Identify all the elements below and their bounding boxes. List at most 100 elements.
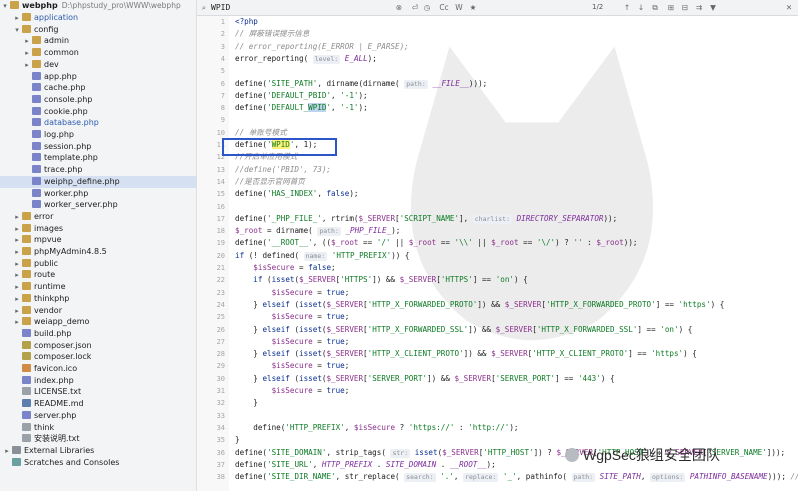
code-line[interactable]: if (! defined( name: 'HTTP_PREFIX')) { (235, 250, 409, 262)
tree-item-session-php[interactable]: session.php (0, 141, 196, 153)
code-line[interactable]: } elseif (isset($_SERVER['HTTP_X_CLIENT_… (235, 348, 697, 360)
tree-item-template-php[interactable]: template.php (0, 152, 196, 164)
code-line[interactable]: error_reporting( level: E_ALL); (235, 53, 377, 65)
code-editor[interactable]: ⌕ ⊗ ⏎ ◷ Cc W ★ 1/2 ↑ ↓ ⧉ ⊞ ⊟ ⇉ ▼ ✕ 12345… (197, 0, 798, 491)
code-line[interactable]: define('SITE_PATH', dirname(dirname( pat… (235, 78, 487, 90)
code-line[interactable]: } (235, 397, 258, 409)
code-line[interactable]: // 屏蔽错误提示信息 (235, 28, 309, 40)
code-line[interactable]: define('_PHP_FILE_', rtrim($_SERVER['SCR… (235, 213, 617, 225)
chevron-right-icon[interactable]: ▸ (12, 316, 22, 328)
add-selection-icon[interactable]: ⊞ (665, 2, 677, 13)
whole-words-button[interactable]: W (453, 2, 465, 13)
tree-item-external-libraries[interactable]: ▸ External Libraries (0, 445, 196, 457)
code-line[interactable]: } elseif (isset($_SERVER['HTTP_X_FORWARD… (235, 324, 692, 336)
tree-item-console-php[interactable]: console.php (0, 94, 196, 106)
chevron-right-icon[interactable]: ▸ (12, 246, 22, 258)
code-line[interactable]: if (isset($_SERVER['HTTPS']) && $_SERVER… (235, 274, 527, 286)
chevron-right-icon[interactable]: ▸ (22, 59, 32, 71)
tree-item-log-php[interactable]: log.php (0, 129, 196, 141)
code-line[interactable]: $isSecure = true; (235, 287, 350, 299)
tree-item-worker-server-php[interactable]: worker_server.php (0, 199, 196, 211)
tree-item-runtime[interactable]: ▸ runtime (0, 281, 196, 293)
tree-item-license-txt[interactable]: LICENSE.txt (0, 386, 196, 398)
new-line-icon[interactable]: ⏎ (409, 2, 421, 13)
tree-item-public[interactable]: ▸ public (0, 258, 196, 270)
code-line[interactable]: $isSecure = true; (235, 336, 350, 348)
chevron-down-icon[interactable]: ▾ (0, 0, 10, 12)
tree-item-config[interactable]: ▾ config (0, 24, 196, 36)
code-line[interactable]: //是否显示官网首页 (235, 176, 305, 188)
history-icon[interactable]: ◷ (421, 2, 433, 13)
tree-item-thinkphp[interactable]: ▸ thinkphp (0, 293, 196, 305)
tree-item--txt[interactable]: 安装说明.txt (0, 433, 196, 445)
code-line[interactable]: $isSecure = false; (235, 262, 335, 274)
find-input[interactable] (211, 2, 361, 12)
chevron-right-icon[interactable]: ▸ (12, 258, 22, 270)
chevron-right-icon[interactable]: ▸ (12, 223, 22, 235)
chevron-right-icon[interactable]: ▸ (22, 35, 32, 47)
tree-item-app-php[interactable]: app.php (0, 71, 196, 83)
close-icon[interactable]: ✕ (783, 2, 795, 13)
tree-item-weiapp-demo[interactable]: ▸ weiapp_demo (0, 316, 196, 328)
code-line[interactable]: $_root = dirname( path: _PHP_FILE_); (235, 225, 400, 237)
tree-item-vendor[interactable]: ▸ vendor (0, 305, 196, 317)
regex-button[interactable]: ★ (467, 2, 479, 13)
tree-item-weiphp-define-php[interactable]: weiphp_define.php (0, 175, 196, 188)
tree-item-mpvue[interactable]: ▸ mpvue (0, 234, 196, 246)
select-all-occurrences-icon[interactable]: ⧉ (649, 2, 661, 13)
code-line[interactable]: define('HAS_INDEX', false); (235, 188, 358, 200)
search-icon[interactable]: ⌕ (198, 2, 210, 13)
tree-item-trace-php[interactable]: trace.php (0, 164, 196, 176)
tree-item-dev[interactable]: ▸ dev (0, 59, 196, 71)
code-line[interactable]: // 单账号模式 (235, 127, 287, 139)
chevron-right-icon[interactable]: ▸ (12, 269, 22, 281)
chevron-right-icon[interactable]: ▸ (12, 234, 22, 246)
code-line[interactable]: define('__ROOT__', (($_root == '/' || $_… (235, 237, 637, 249)
chevron-right-icon[interactable]: ▸ (12, 293, 22, 305)
tree-item-scratches-and-consoles[interactable]: Scratches and Consoles (0, 457, 196, 469)
tree-item-cookie-php[interactable]: cookie.php (0, 106, 196, 118)
tree-item-worker-php[interactable]: worker.php (0, 188, 196, 200)
code-line[interactable]: } elseif (isset($_SERVER['SERVER_PORT'])… (235, 373, 614, 385)
clear-search-icon[interactable]: ⊗ (393, 2, 405, 13)
multi-cursor-icon[interactable]: ⇉ (693, 2, 705, 13)
tree-item-cache-php[interactable]: cache.php (0, 82, 196, 94)
tree-item-index-php[interactable]: index.php (0, 375, 196, 387)
tree-item-application[interactable]: ▸ application (0, 12, 196, 24)
tree-item-composer-json[interactable]: composer.json (0, 340, 196, 352)
code-line[interactable]: // error_reporting(E_ERROR | E_PARSE); (235, 41, 409, 53)
code-line[interactable]: define('SITE_DIR_NAME', str_replace( sea… (235, 471, 798, 483)
code-line[interactable]: $isSecure = true; (235, 311, 350, 323)
match-case-button[interactable]: Cc (437, 2, 451, 13)
code-line[interactable]: } elseif (isset($_SERVER['HTTP_X_FORWARD… (235, 299, 724, 311)
tree-item-build-php[interactable]: build.php (0, 328, 196, 340)
tree-item-error[interactable]: ▸ error (0, 211, 196, 223)
code-line[interactable]: define('DEFAULT_WPID', '-1'); (235, 102, 368, 114)
tree-item-database-php[interactable]: database.php (0, 117, 196, 129)
project-root[interactable]: ▾ webphp D:\phpstudy_pro\WWW\webphp (0, 0, 196, 12)
tree-item-admin[interactable]: ▸ admin (0, 35, 196, 47)
toggle-selection-icon[interactable]: ⊟ (679, 2, 691, 13)
code-line[interactable]: //define('PBID', 73); (235, 164, 331, 176)
chevron-right-icon[interactable]: ▸ (22, 47, 32, 59)
tree-item-readme-md[interactable]: README.md (0, 398, 196, 410)
filter-icon[interactable]: ▼ (707, 2, 719, 13)
code-line[interactable]: define('HTTP_PREFIX', $isSecure ? 'https… (235, 422, 518, 434)
code-line[interactable]: $isSecure = true; (235, 360, 350, 372)
code-line[interactable]: } (235, 434, 240, 446)
tree-item-favicon-ico[interactable]: favicon.ico (0, 363, 196, 375)
chevron-down-icon[interactable]: ▾ (12, 24, 22, 36)
next-occurrence-icon[interactable]: ↓ (635, 2, 647, 13)
chevron-right-icon[interactable]: ▸ (2, 445, 12, 457)
chevron-right-icon[interactable]: ▸ (12, 12, 22, 24)
code-line[interactable]: define('SITE_URL', HTTP_PREFIX . SITE_DO… (235, 459, 496, 471)
tree-item-route[interactable]: ▸ route (0, 269, 196, 281)
tree-item-phpmyadmin4-8-5[interactable]: ▸ phpMyAdmin4.8.5 (0, 246, 196, 258)
code-line[interactable]: define('DEFAULT_PBID', '-1'); (235, 90, 368, 102)
tree-item-think[interactable]: think (0, 422, 196, 434)
chevron-right-icon[interactable]: ▸ (12, 281, 22, 293)
chevron-right-icon[interactable]: ▸ (12, 211, 22, 223)
tree-item-server-php[interactable]: server.php (0, 410, 196, 422)
code-line[interactable]: $isSecure = true; (235, 385, 350, 397)
prev-occurrence-icon[interactable]: ↑ (621, 2, 633, 13)
